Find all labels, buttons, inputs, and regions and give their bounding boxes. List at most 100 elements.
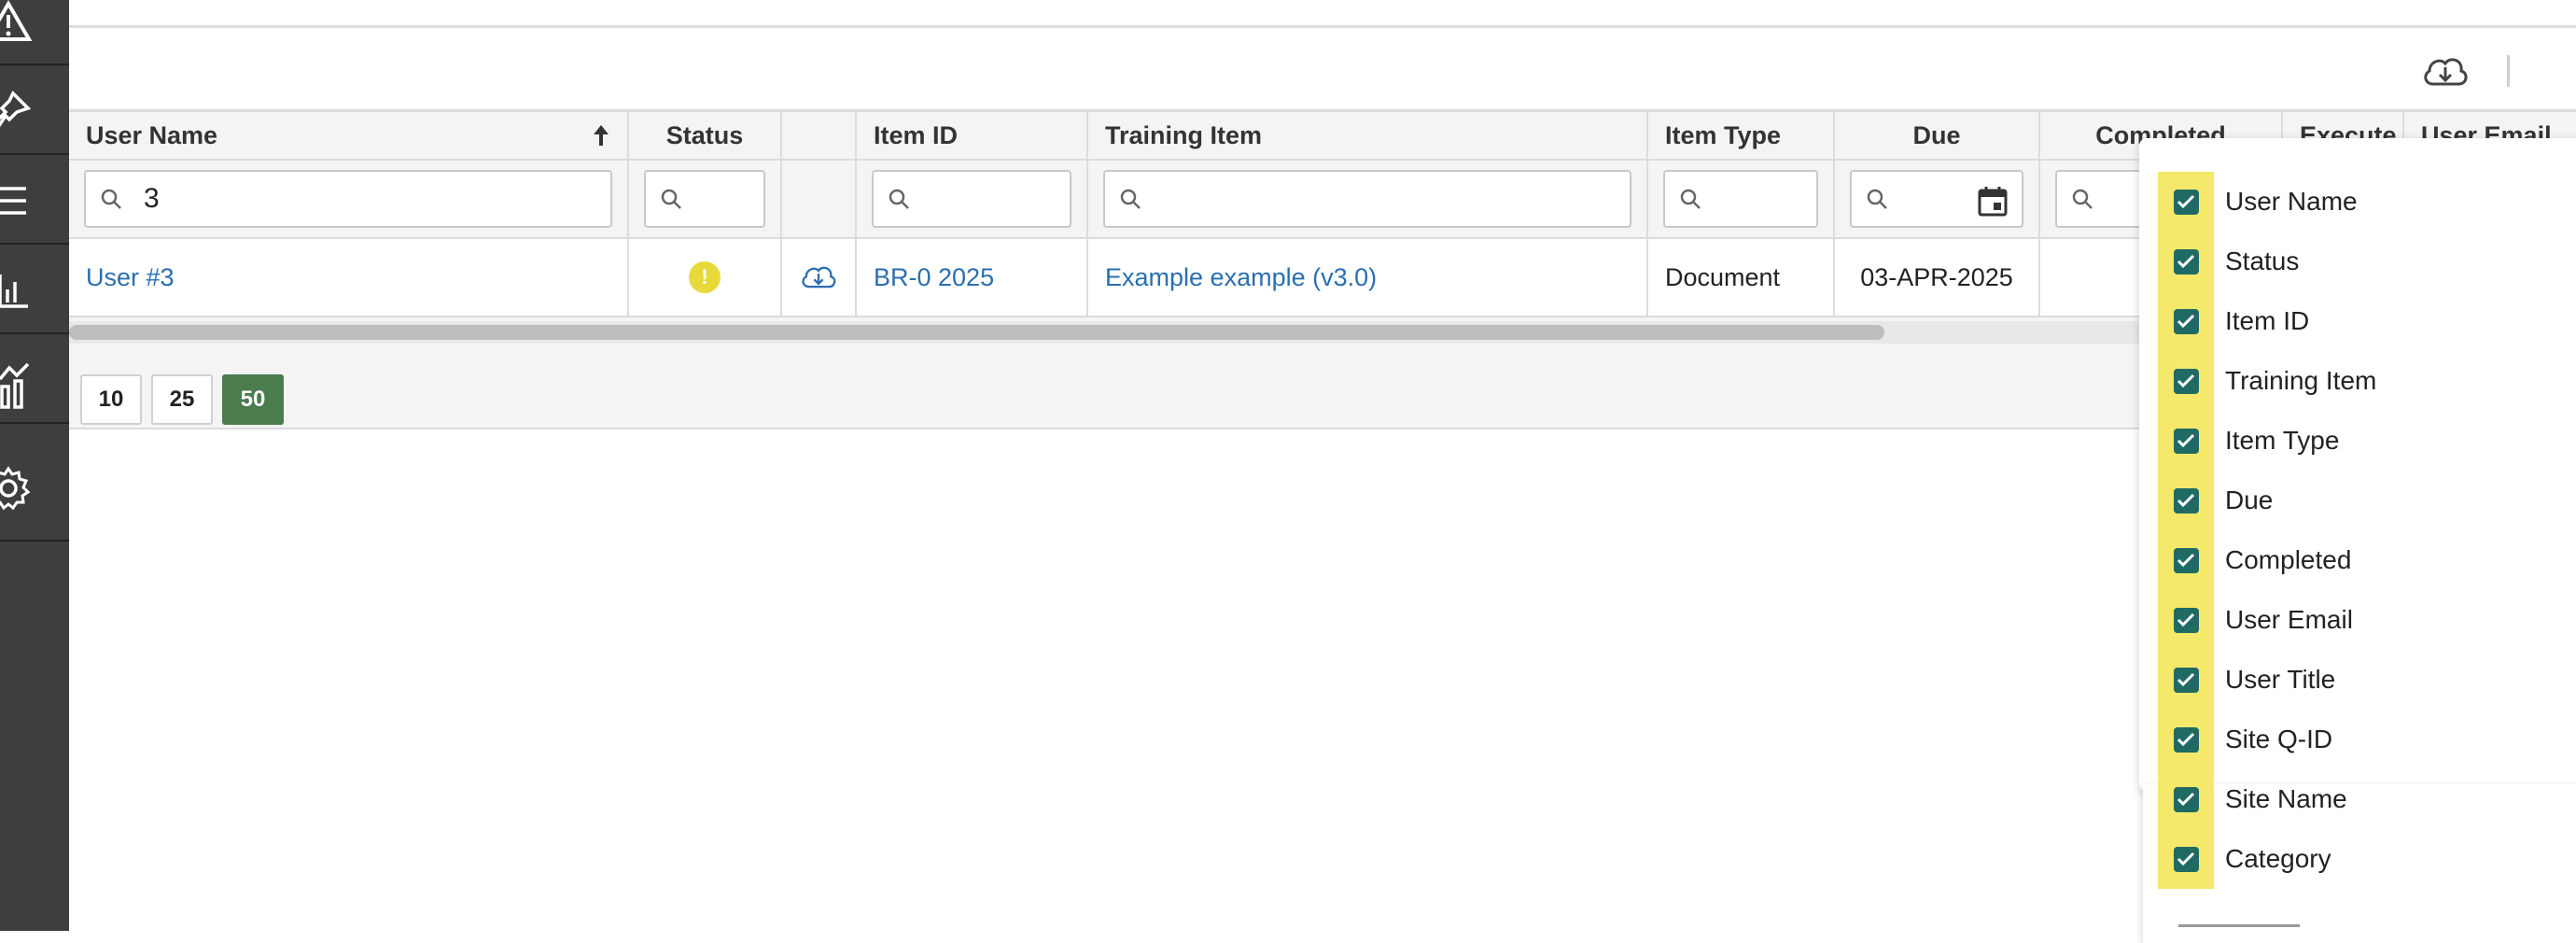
sidebar-item-reports[interactable] (0, 245, 69, 334)
column-header-due[interactable]: Due (1835, 112, 2040, 159)
sidebar-item-warnings[interactable] (0, 0, 69, 65)
due-filter-input[interactable] (1850, 170, 2023, 228)
column-checkbox[interactable] (2173, 248, 2199, 274)
column-checkbox[interactable] (2173, 607, 2199, 633)
sidebar-item-list[interactable] (0, 155, 69, 245)
filter-cell-due (1835, 161, 2040, 237)
warning-icon (0, 0, 32, 41)
column-checkbox[interactable] (2173, 368, 2199, 394)
item-id-filter-input[interactable] (872, 170, 1071, 228)
column-checkbox[interactable] (2173, 487, 2199, 514)
column-option-label: Item Type (2225, 426, 2340, 455)
checkbox-highlight (2158, 411, 2214, 471)
column-option-label: Item ID (2225, 306, 2310, 335)
column-option-status[interactable]: Status (2158, 232, 2576, 291)
sidebar-item-analytics[interactable] (0, 334, 69, 424)
column-header-status[interactable]: Status (629, 112, 782, 159)
column-option-completed[interactable]: Completed (2158, 530, 2576, 590)
search-icon (1867, 189, 1887, 209)
top-bar (69, 0, 2576, 28)
column-checkbox[interactable] (2173, 308, 2199, 334)
checkmark-icon (2177, 314, 2195, 329)
column-checkbox[interactable] (2173, 428, 2199, 454)
column-option-label: User Title (2225, 665, 2336, 694)
cloud-download-icon[interactable] (799, 260, 838, 294)
user-name-link[interactable]: User #3 (86, 263, 175, 292)
search-icon (661, 189, 681, 209)
column-option-user-title[interactable]: User Title (2158, 650, 2576, 710)
checkmark-icon (2177, 612, 2195, 627)
column-checkbox[interactable] (2173, 786, 2199, 812)
checkbox-highlight (2158, 172, 2214, 232)
checkmark-icon (2177, 852, 2195, 866)
column-header-download (782, 112, 857, 159)
filter-cell-user-name: 3 (69, 161, 629, 237)
status-filter-input[interactable] (644, 170, 765, 228)
column-option-category[interactable]: Category (2158, 829, 2576, 889)
calendar-icon[interactable] (1977, 185, 2009, 217)
scrollbar-thumb[interactable] (69, 325, 1884, 340)
sidebar-item-settings[interactable] (0, 424, 69, 542)
column-option-due[interactable]: Due (2158, 471, 2576, 530)
column-header-training-item[interactable]: Training Item (1088, 112, 1648, 159)
column-option-label: Completed (2225, 545, 2352, 574)
column-option-training-item[interactable]: Training Item (2158, 351, 2576, 411)
training-item-link[interactable]: Example example (v3.0) (1105, 263, 1377, 292)
column-header-user-name[interactable]: User Name (69, 112, 629, 159)
trend-chart-icon (0, 362, 30, 409)
column-option-item-type[interactable]: Item Type (2158, 411, 2576, 471)
left-sidebar (0, 0, 69, 931)
cell-training-item: Example example (v3.0) (1088, 239, 1648, 316)
column-header-label: Due (1912, 120, 1961, 149)
checkbox-highlight (2158, 710, 2214, 769)
checkmark-icon (2177, 672, 2195, 687)
page-size-25-button[interactable]: 25 (151, 374, 213, 425)
item-id-link[interactable]: BR-0 2025 (874, 263, 994, 292)
page-size-10-button[interactable]: 10 (80, 374, 142, 425)
page-size-50-button[interactable]: 50 (222, 374, 284, 425)
column-checkbox[interactable] (2173, 547, 2199, 573)
checkbox-highlight (2158, 471, 2214, 530)
checkbox-highlight (2158, 769, 2214, 829)
search-icon (1680, 189, 1701, 209)
list-icon (0, 187, 26, 215)
cell-item-id: BR-0 2025 (857, 239, 1088, 316)
column-option-item-id[interactable]: Item ID (2158, 291, 2576, 351)
popup-footer-divider (2178, 924, 2300, 927)
column-checkbox[interactable] (2173, 846, 2199, 872)
checkbox-highlight (2158, 291, 2214, 351)
filter-cell-item-id (857, 161, 1088, 237)
column-option-site-q-id[interactable]: Site Q-ID (2158, 710, 2576, 769)
search-icon (2072, 189, 2093, 209)
cell-status: ! (629, 239, 782, 316)
column-chooser-list: User Name Status Item ID Training Item I… (2158, 172, 2576, 889)
column-option-user-name[interactable]: User Name (2158, 172, 2576, 232)
checkbox-highlight (2158, 829, 2214, 889)
column-option-user-email[interactable]: User Email (2158, 590, 2576, 650)
gear-icon (0, 466, 31, 511)
search-icon (889, 189, 909, 209)
column-header-item-id[interactable]: Item ID (857, 112, 1088, 159)
search-icon (1120, 189, 1141, 209)
column-header-item-type[interactable]: Item Type (1648, 112, 1835, 159)
column-checkbox[interactable] (2173, 667, 2199, 693)
sidebar-item-pin[interactable] (0, 65, 69, 155)
export-button[interactable] (2412, 46, 2479, 98)
checkbox-highlight (2158, 590, 2214, 650)
checkmark-icon (2177, 732, 2195, 747)
column-option-label: Due (2225, 486, 2274, 514)
column-option-site-name[interactable]: Site Name (2158, 769, 2576, 829)
item-type-filter-input[interactable] (1663, 170, 1818, 228)
checkmark-icon (2177, 433, 2195, 448)
sort-ascending-icon[interactable] (592, 121, 610, 149)
column-checkbox[interactable] (2173, 189, 2199, 215)
status-badge-text: ! (701, 265, 708, 289)
column-checkbox[interactable] (2173, 726, 2199, 753)
column-header-label: Status (665, 120, 744, 149)
status-warning-badge: ! (689, 261, 721, 293)
user-name-filter-input[interactable]: 3 (84, 170, 612, 228)
column-option-label: User Email (2225, 605, 2353, 634)
column-option-label: Training Item (2225, 366, 2377, 395)
cell-download (782, 239, 857, 316)
training-item-filter-input[interactable] (1103, 170, 1631, 228)
